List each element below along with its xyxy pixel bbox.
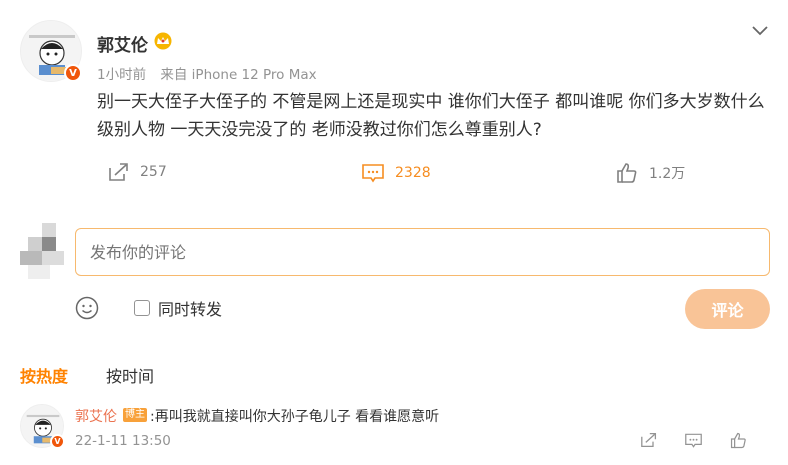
crown-icon[interactable] [153, 32, 173, 50]
post-meta: 1小时前 来自 iPhone 12 Pro Max [97, 63, 327, 83]
comment-icon[interactable] [684, 432, 703, 449]
comment-actions [640, 432, 748, 449]
verified-badge-icon: V [50, 434, 65, 449]
post-actions: 257 2328 1.2万 [0, 162, 788, 194]
author-tag-badge: 博主 [123, 408, 147, 422]
thumbs-up-icon [617, 163, 637, 183]
like-count: 1.2万 [649, 166, 686, 182]
repost-label: 同时转发 [158, 300, 223, 319]
comment-count: 2328 [395, 165, 431, 181]
post-header: V 郭艾伦 1小时前 来自 iPhone 12 Pro Max [20, 18, 770, 83]
comment-input[interactable] [75, 228, 770, 276]
submit-comment-button[interactable]: 评论 [685, 289, 770, 329]
comment-icon [362, 164, 384, 183]
post-text: 别一天大侄子大侄子的 不管是网上还是现实中 谁你们大侄子 都叫谁呢 你们多大岁数… [97, 92, 765, 140]
thumbs-up-icon[interactable] [729, 432, 748, 449]
tab-sort-hot[interactable]: 按热度 [20, 363, 68, 387]
author-name[interactable]: 郭艾伦 [97, 31, 148, 56]
comment-button[interactable]: 2328 [361, 162, 431, 184]
repost-toggle[interactable]: 同时转发 [134, 296, 222, 320]
comment-sort-tabs: 按热度 按时间 [20, 363, 192, 387]
verified-badge-icon: V [64, 64, 82, 82]
share-icon [109, 163, 128, 181]
blurred-avatar-icon [20, 223, 64, 281]
like-button[interactable]: 1.2万 [615, 162, 685, 184]
share-count: 257 [140, 164, 167, 180]
comment-author[interactable]: 郭艾伦 [75, 406, 117, 426]
smiley-icon[interactable] [75, 296, 99, 320]
my-avatar [20, 223, 64, 281]
chevron-down-icon[interactable] [750, 24, 770, 38]
post-source: 来自 iPhone 12 Pro Max [160, 67, 317, 83]
comment-item: V 郭艾伦 博主 :再叫我就直接叫你大孙子龟儿子 看看谁愿意听 22-1-11 … [20, 404, 788, 454]
repost-checkbox[interactable] [134, 300, 150, 316]
share-icon[interactable] [640, 432, 658, 448]
comment-time: 22-1-11 13:50 [75, 433, 171, 449]
tab-sort-time[interactable]: 按时间 [106, 363, 154, 387]
share-button[interactable]: 257 [108, 162, 167, 182]
post-time[interactable]: 1小时前 [97, 67, 146, 83]
comment-text: :再叫我就直接叫你大孙子龟儿子 看看谁愿意听 [150, 409, 440, 425]
